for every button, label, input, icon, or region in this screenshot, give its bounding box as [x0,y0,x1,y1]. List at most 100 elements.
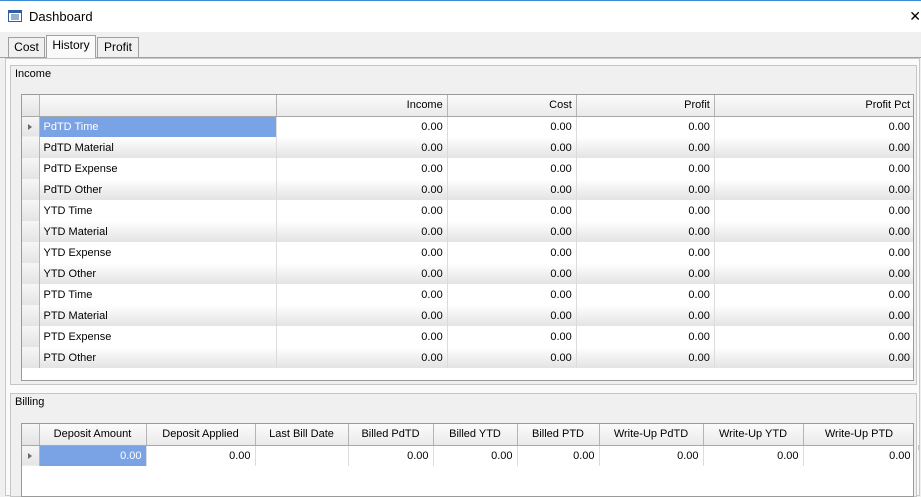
income-cell[interactable]: 0.00 [276,284,448,305]
row-selector[interactable] [22,221,40,242]
row-label-cell[interactable]: PTD Expense [39,326,277,347]
row-selector[interactable] [22,242,40,263]
profit-cell[interactable]: 0.00 [576,326,715,347]
table-row[interactable]: PdTD Other 0.00 0.00 0.00 0.00 [22,179,913,200]
row-label-cell[interactable]: PTD Other [39,347,277,368]
cost-cell[interactable]: 0.00 [447,221,577,242]
row-label-cell[interactable]: YTD Other [39,263,277,284]
cost-cell[interactable]: 0.00 [447,200,577,221]
profit-cell[interactable]: 0.00 [576,158,715,179]
profit-pct-cell[interactable]: 0.00 [714,263,913,284]
cost-cell[interactable]: 0.00 [447,158,577,179]
deposit-applied-cell[interactable]: 0.00 [146,445,256,466]
row-label-cell[interactable]: YTD Time [39,200,277,221]
income-cell[interactable]: 0.00 [276,137,448,158]
profit-cell[interactable]: 0.00 [576,137,715,158]
income-cell[interactable]: 0.00 [276,179,448,200]
last-bill-date-cell[interactable] [255,445,349,466]
row-selector[interactable] [22,305,40,326]
row-selector[interactable] [22,137,40,158]
tab-cost[interactable]: Cost [8,37,45,57]
close-icon[interactable]: ✕ [907,7,921,25]
income-cell[interactable]: 0.00 [276,221,448,242]
profit-cell[interactable]: 0.00 [576,284,715,305]
income-cell[interactable]: 0.00 [276,305,448,326]
cost-cell[interactable]: 0.00 [447,242,577,263]
row-selector[interactable] [22,284,40,305]
profit-pct-cell[interactable]: 0.00 [714,200,913,221]
column-header-write-up-ptd[interactable]: Write-Up PTD [803,424,913,446]
billing-grid[interactable]: Deposit Amount Deposit Applied Last Bill… [21,423,914,497]
income-cell[interactable]: 0.00 [276,158,448,179]
cost-cell[interactable]: 0.00 [447,179,577,200]
income-cell[interactable]: 0.00 [276,200,448,221]
profit-pct-cell[interactable]: 0.00 [714,305,913,326]
row-selector[interactable] [22,326,40,347]
write-up-ytd-cell[interactable]: 0.00 [703,445,804,466]
profit-cell[interactable]: 0.00 [576,263,715,284]
row-label-cell[interactable]: PTD Material [39,305,277,326]
profit-pct-cell[interactable]: 0.00 [714,137,913,158]
column-header-deposit-amount[interactable]: Deposit Amount [39,424,147,446]
table-row[interactable]: PTD Material 0.00 0.00 0.00 0.00 [22,305,913,326]
column-header-billed-ptd[interactable]: Billed PTD [517,424,600,446]
row-selector[interactable] [22,200,40,221]
row-label-cell[interactable]: YTD Expense [39,242,277,263]
tab-history[interactable]: History [46,35,96,58]
cost-cell[interactable]: 0.00 [447,305,577,326]
income-cell[interactable]: 0.00 [276,116,448,137]
table-row[interactable]: PTD Time 0.00 0.00 0.00 0.00 [22,284,913,305]
table-row[interactable]: YTD Expense 0.00 0.00 0.00 0.00 [22,242,913,263]
column-header-billed-ytd[interactable]: Billed YTD [433,424,518,446]
column-header-income[interactable]: Income [276,95,448,117]
column-header-profit-pct[interactable]: Profit Pct [714,95,913,117]
profit-cell[interactable]: 0.00 [576,347,715,368]
cost-cell[interactable]: 0.00 [447,347,577,368]
profit-cell[interactable]: 0.00 [576,221,715,242]
cost-cell[interactable]: 0.00 [447,116,577,137]
cost-cell[interactable]: 0.00 [447,263,577,284]
table-row[interactable]: PdTD Material 0.00 0.00 0.00 0.00 [22,137,913,158]
row-selector[interactable] [22,158,40,179]
row-label-cell[interactable]: PTD Time [39,284,277,305]
profit-pct-cell[interactable]: 0.00 [714,326,913,347]
cost-cell[interactable]: 0.00 [447,137,577,158]
income-grid[interactable]: Income Cost Profit Profit Pct PdTD Time 0… [21,94,914,381]
row-selector[interactable] [22,445,40,466]
table-row[interactable]: YTD Other 0.00 0.00 0.00 0.00 [22,263,913,284]
profit-pct-cell[interactable]: 0.00 [714,347,913,368]
column-header-write-up-pdtd[interactable]: Write-Up PdTD [599,424,704,446]
cost-cell[interactable]: 0.00 [447,326,577,347]
row-selector[interactable] [22,263,40,284]
table-row[interactable]: PTD Other 0.00 0.00 0.00 0.00 [22,347,913,368]
row-label-cell[interactable]: YTD Material [39,221,277,242]
write-up-pdtd-cell[interactable]: 0.00 [599,445,704,466]
profit-pct-cell[interactable]: 0.00 [714,242,913,263]
profit-pct-cell[interactable]: 0.00 [714,221,913,242]
row-label-cell[interactable]: PdTD Material [39,137,277,158]
profit-cell[interactable]: 0.00 [576,179,715,200]
billed-pdtd-cell[interactable]: 0.00 [348,445,434,466]
billing-row[interactable]: 0.00 0.00 0.00 0.00 0.00 0.00 0.00 0.00 [22,445,913,466]
billed-ytd-cell[interactable]: 0.00 [433,445,518,466]
row-selector[interactable] [22,116,40,137]
profit-cell[interactable]: 0.00 [576,305,715,326]
table-row[interactable]: PdTD Expense 0.00 0.00 0.00 0.00 [22,158,913,179]
income-cell[interactable]: 0.00 [276,263,448,284]
column-header-last-bill-date[interactable]: Last Bill Date [255,424,349,446]
row-selector[interactable] [22,179,40,200]
column-header-billed-pdtd[interactable]: Billed PdTD [348,424,434,446]
profit-cell[interactable]: 0.00 [576,200,715,221]
profit-cell[interactable]: 0.00 [576,242,715,263]
table-row[interactable]: YTD Material 0.00 0.00 0.00 0.00 [22,221,913,242]
row-selector[interactable] [22,347,40,368]
column-header-label[interactable] [39,95,277,117]
income-cell[interactable]: 0.00 [276,242,448,263]
profit-pct-cell[interactable]: 0.00 [714,116,913,137]
row-label-cell[interactable]: PdTD Expense [39,158,277,179]
write-up-ptd-cell[interactable]: 0.00 [803,445,913,466]
profit-pct-cell[interactable]: 0.00 [714,284,913,305]
column-header-write-up-ytd[interactable]: Write-Up YTD [703,424,804,446]
cost-cell[interactable]: 0.00 [447,284,577,305]
profit-pct-cell[interactable]: 0.00 [714,158,913,179]
